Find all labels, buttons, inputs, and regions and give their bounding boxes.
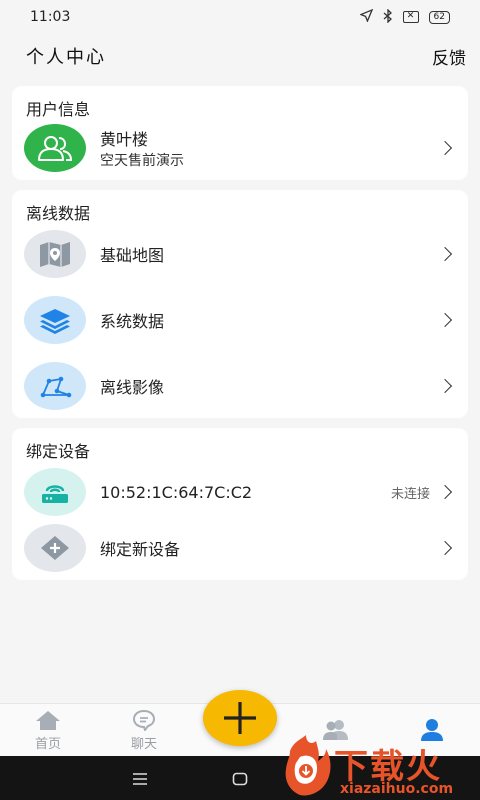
chevron-right-icon: [437, 246, 453, 262]
home-icon: [36, 711, 60, 730]
page-title: 个人中心: [26, 47, 106, 68]
status-bar: 11:03 ✕ 62: [0, 0, 480, 34]
list-item-offline-imagery[interactable]: 离线影像: [12, 356, 468, 416]
add-device-row[interactable]: 绑定新设备: [12, 518, 468, 578]
plus-icon: [224, 702, 256, 734]
users-icon: [24, 124, 86, 172]
bluetooth-icon: [383, 7, 393, 26]
home-square-icon[interactable]: [232, 771, 248, 790]
add-device-icon: [24, 524, 86, 572]
menu-icon[interactable]: [132, 771, 148, 790]
chevron-right-icon: [437, 540, 453, 556]
watermark-logo: 下载火 xiazaihuo.com: [280, 733, 480, 800]
device-status: 未连接: [390, 486, 430, 502]
router-icon: [24, 468, 86, 516]
list-item-label: 系统数据: [100, 312, 165, 331]
map-icon: [24, 230, 86, 278]
chevron-right-icon: [437, 378, 453, 394]
feedback-button[interactable]: 反馈: [432, 44, 466, 69]
list-item-system-data[interactable]: 系统数据: [12, 290, 468, 350]
polyline-icon: [24, 362, 86, 410]
watermark-domain: xiazaihuo.com: [340, 781, 454, 797]
battery-indicator: 62: [428, 10, 450, 24]
nav-label: 首页: [34, 737, 61, 752]
no-sim-icon: ✕: [402, 11, 419, 23]
bound-devices-card: 绑定设备 10:52:1C:64:7C:C2 未连接 绑定新设备: [12, 428, 468, 580]
list-item-label: 离线影像: [100, 378, 165, 397]
offline-data-card: 离线数据 基础地图 系统数据 离线影像: [12, 190, 468, 418]
nav-item-chat[interactable]: 聊天: [104, 704, 184, 757]
chat-icon: [132, 709, 156, 731]
list-item-base-map[interactable]: 基础地图: [12, 224, 468, 284]
navigation-arrow-icon: [358, 8, 373, 25]
list-item-label: 基础地图: [100, 246, 165, 265]
header: 个人中心 反馈: [0, 36, 480, 76]
status-time: 11:03: [30, 9, 71, 25]
add-device-label: 绑定新设备: [100, 540, 181, 559]
device-row[interactable]: 10:52:1C:64:7C:C2 未连接: [12, 462, 468, 522]
nav-item-home[interactable]: 首页: [8, 704, 88, 757]
nav-label: 聊天: [130, 737, 157, 752]
chevron-right-icon: [437, 484, 453, 500]
card-title: 绑定设备: [26, 442, 91, 461]
user-info-card: 用户信息 黄叶楼 空天售前演示: [12, 86, 468, 180]
device-mac-address: 10:52:1C:64:7C:C2: [100, 482, 253, 502]
status-icons: ✕ 62: [358, 7, 450, 26]
chevron-right-icon: [437, 140, 453, 156]
chevron-right-icon: [437, 312, 453, 328]
user-name: 黄叶楼: [100, 130, 149, 149]
layers-icon: [24, 296, 86, 344]
user-profile-row[interactable]: 黄叶楼 空天售前演示: [12, 118, 468, 178]
add-button[interactable]: [203, 690, 277, 746]
card-title: 用户信息: [26, 100, 91, 119]
user-organization: 空天售前演示: [100, 153, 184, 169]
card-title: 离线数据: [26, 204, 91, 223]
